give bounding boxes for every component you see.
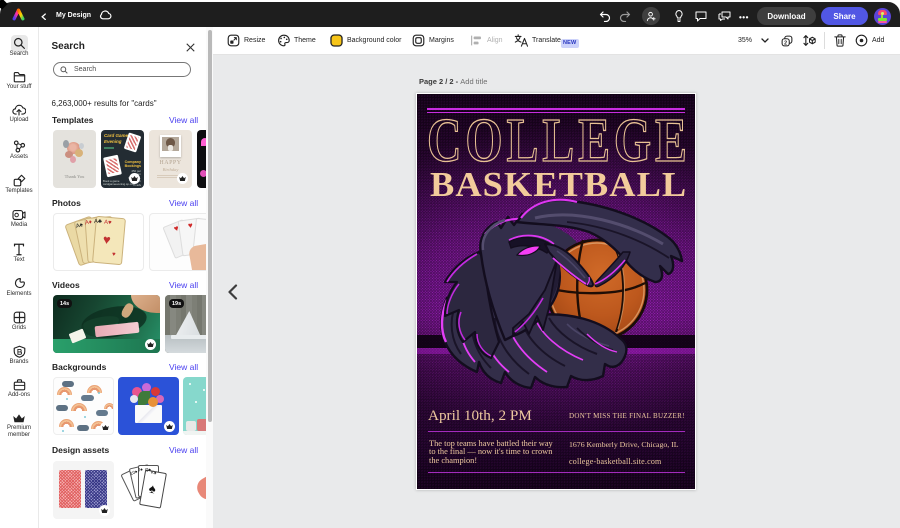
svg-text:2: 2	[784, 40, 787, 46]
